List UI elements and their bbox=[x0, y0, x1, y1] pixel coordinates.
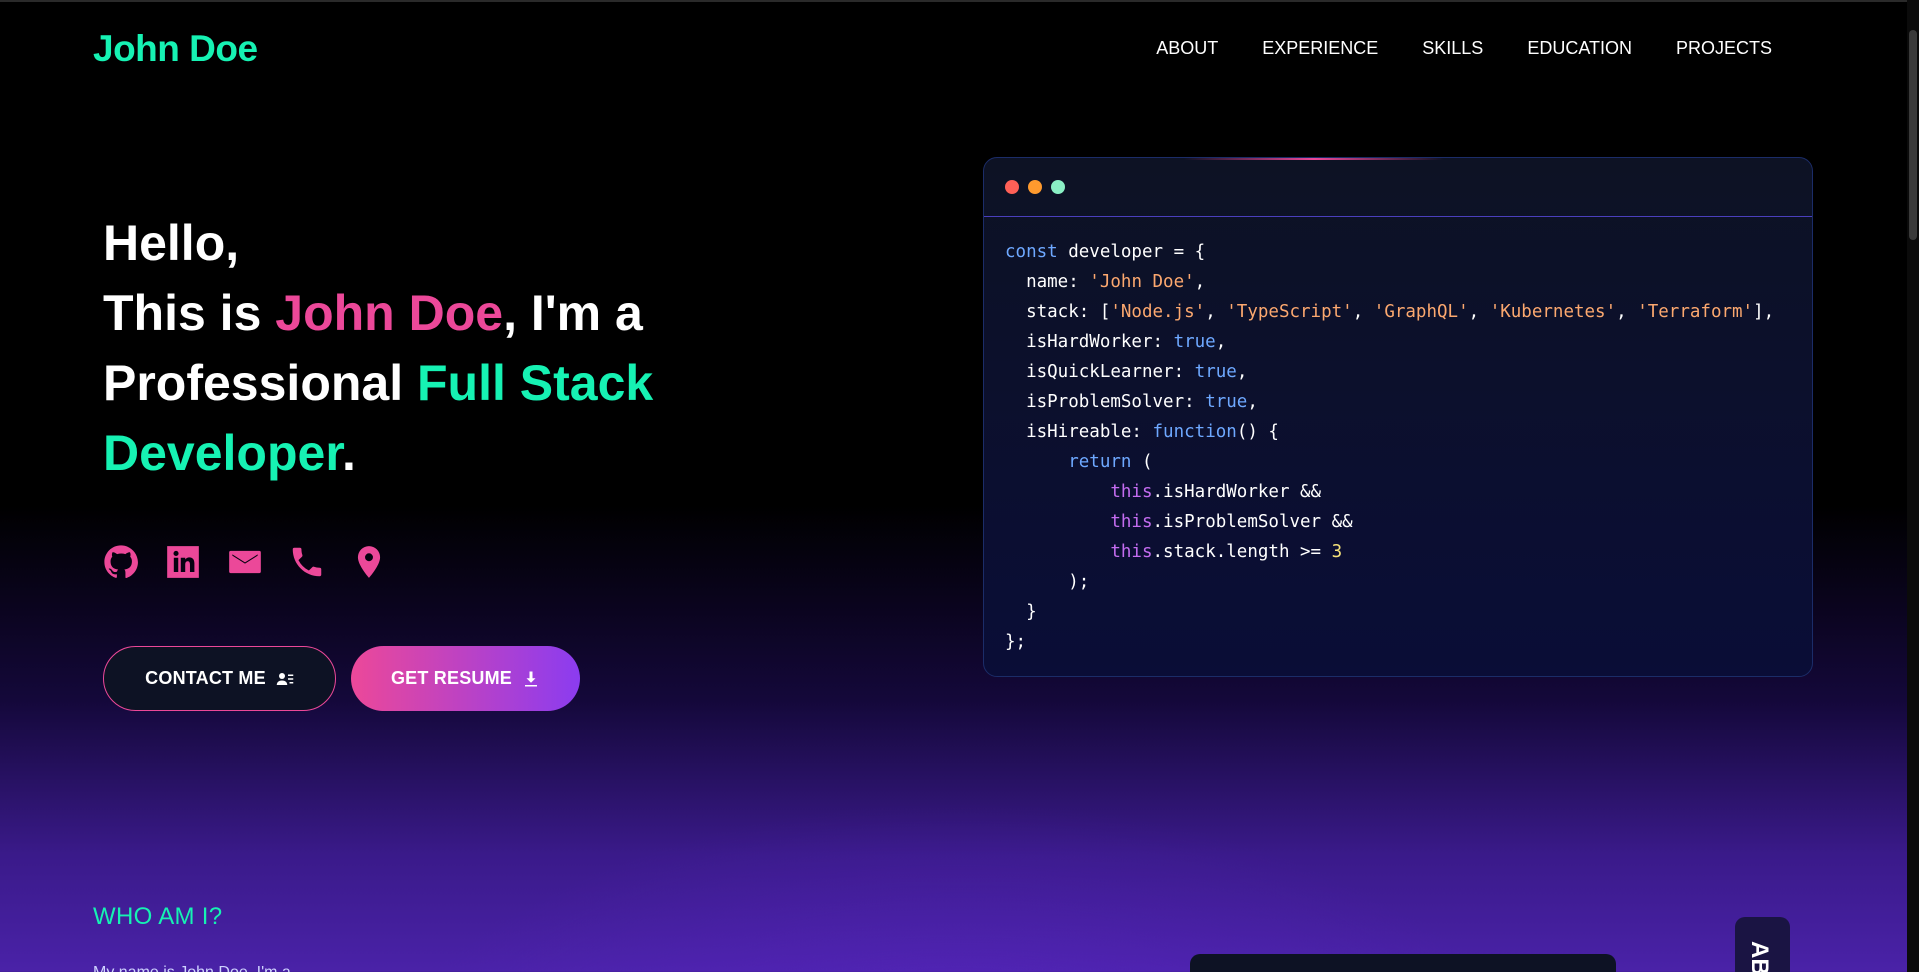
brand-logo[interactable]: John Doe bbox=[93, 28, 258, 70]
about-heading: WHO AM I? bbox=[93, 903, 223, 930]
code-token: , bbox=[1468, 302, 1490, 322]
code-line: this.isProblemSolver && bbox=[1005, 507, 1812, 537]
contact-card-icon bbox=[276, 672, 294, 685]
code-line: isProblemSolver: true, bbox=[1005, 387, 1812, 417]
code-token: function bbox=[1152, 422, 1237, 442]
code-token: .stack.length >= bbox=[1152, 542, 1332, 562]
code-token: 'John Doe' bbox=[1089, 272, 1195, 292]
linkedin-icon[interactable] bbox=[163, 542, 203, 582]
code-token: this bbox=[1005, 512, 1153, 532]
code-token: , bbox=[1236, 362, 1248, 382]
hero-intro-suffix: , I'm a bbox=[503, 285, 643, 341]
code-token: this bbox=[1005, 482, 1153, 502]
hero-heading: Hello, This is John Doe, I'm a Professio… bbox=[103, 208, 743, 488]
code-token: 'Node.js' bbox=[1110, 302, 1206, 322]
code-token: 3 bbox=[1331, 542, 1343, 562]
code-line: }; bbox=[1005, 627, 1812, 657]
code-token: .isProblemSolver && bbox=[1152, 512, 1353, 532]
main-nav: ABOUT EXPERIENCE SKILLS EDUCATION PROJEC… bbox=[1134, 38, 1794, 59]
nav-education[interactable]: EDUCATION bbox=[1505, 38, 1654, 59]
hero-period: . bbox=[342, 425, 356, 481]
side-tab-label: AB bbox=[1746, 941, 1773, 972]
nav-projects[interactable]: PROJECTS bbox=[1654, 38, 1794, 59]
side-tab[interactable]: AB bbox=[1735, 917, 1790, 972]
code-token: } bbox=[1005, 602, 1037, 622]
code-line: this.isHardWorker && bbox=[1005, 477, 1812, 507]
scrollbar-track[interactable] bbox=[1907, 0, 1919, 972]
code-token: 'Kubernetes' bbox=[1489, 302, 1617, 322]
code-line: isQuickLearner: true, bbox=[1005, 357, 1812, 387]
code-token: true bbox=[1173, 332, 1216, 352]
code-token: ( bbox=[1141, 452, 1153, 472]
code-line: this.stack.length >= 3 bbox=[1005, 537, 1812, 567]
hero-role-prefix: Professional bbox=[103, 355, 417, 411]
code-token: () { bbox=[1236, 422, 1279, 442]
social-links bbox=[101, 542, 389, 582]
code-line: ); bbox=[1005, 567, 1812, 597]
hero-role-part2: Developer bbox=[103, 425, 343, 481]
code-token: true bbox=[1194, 362, 1237, 382]
code-token: }; bbox=[1005, 632, 1027, 652]
code-token: name: bbox=[1005, 272, 1090, 292]
about-image-card bbox=[1190, 954, 1616, 972]
top-border bbox=[0, 0, 1919, 2]
download-icon bbox=[525, 671, 537, 686]
code-token: 'GraphQL' bbox=[1373, 302, 1469, 322]
window-maximize-dot bbox=[1051, 180, 1065, 194]
nav-skills[interactable]: SKILLS bbox=[1400, 38, 1505, 59]
hero-intro: This is bbox=[103, 285, 276, 341]
scrollbar-thumb[interactable] bbox=[1909, 30, 1917, 240]
code-line: name: 'John Doe', bbox=[1005, 267, 1812, 297]
nav-about[interactable]: ABOUT bbox=[1134, 38, 1240, 59]
window-minimize-dot bbox=[1028, 180, 1042, 194]
window-close-dot bbox=[1005, 180, 1019, 194]
code-token: true bbox=[1205, 392, 1248, 412]
nav-experience[interactable]: EXPERIENCE bbox=[1240, 38, 1400, 59]
code-token: stack: [ bbox=[1005, 302, 1111, 322]
code-snippet: const developer = { name: 'John Doe', st… bbox=[984, 217, 1812, 657]
contact-me-label: CONTACT ME bbox=[145, 668, 266, 688]
code-line: isHireable: function() { bbox=[1005, 417, 1812, 447]
code-token: developer = { bbox=[1068, 242, 1206, 262]
code-token: , bbox=[1194, 272, 1206, 292]
code-line: return ( bbox=[1005, 447, 1812, 477]
code-token: isHardWorker: bbox=[1005, 332, 1174, 352]
code-window-header bbox=[984, 158, 1812, 217]
code-token: , bbox=[1215, 332, 1227, 352]
code-line: } bbox=[1005, 597, 1812, 627]
code-token: 'TypeScript' bbox=[1226, 302, 1353, 322]
code-token: isQuickLearner: bbox=[1005, 362, 1195, 382]
code-token: , bbox=[1247, 392, 1258, 412]
github-icon[interactable] bbox=[101, 542, 141, 582]
get-resume-button[interactable]: GET RESUME bbox=[351, 646, 580, 711]
code-line: isHardWorker: true, bbox=[1005, 327, 1812, 357]
phone-icon[interactable] bbox=[287, 542, 327, 582]
hero-name: John Doe bbox=[275, 285, 504, 341]
code-token: .isHardWorker && bbox=[1152, 482, 1322, 502]
hero-role-part1: Full Stack bbox=[417, 355, 654, 411]
mail-icon[interactable] bbox=[225, 542, 265, 582]
code-line: const developer = { bbox=[1005, 237, 1812, 267]
code-window: const developer = { name: 'John Doe', st… bbox=[983, 157, 1813, 677]
about-text: My name is John Doe. I'm a bbox=[93, 964, 291, 972]
code-window-glow bbox=[1184, 158, 1444, 160]
code-token: ], bbox=[1753, 302, 1775, 322]
code-line: stack: ['Node.js', 'TypeScript', 'GraphQ… bbox=[1005, 297, 1812, 327]
code-token: 'Terraform' bbox=[1637, 302, 1754, 322]
code-token: ); bbox=[1005, 572, 1090, 592]
code-token: , bbox=[1616, 302, 1638, 322]
location-icon[interactable] bbox=[349, 542, 389, 582]
code-token: , bbox=[1352, 302, 1374, 322]
hero-greeting: Hello, bbox=[103, 215, 240, 271]
contact-me-button[interactable]: CONTACT ME bbox=[103, 646, 336, 711]
get-resume-label: GET RESUME bbox=[390, 668, 512, 688]
code-token: , bbox=[1205, 302, 1227, 322]
code-token: isHireable: bbox=[1005, 422, 1153, 442]
code-token: this bbox=[1005, 542, 1153, 562]
code-token: return bbox=[1005, 452, 1142, 472]
code-token: isProblemSolver: bbox=[1005, 392, 1206, 412]
code-token: const bbox=[1005, 242, 1069, 262]
